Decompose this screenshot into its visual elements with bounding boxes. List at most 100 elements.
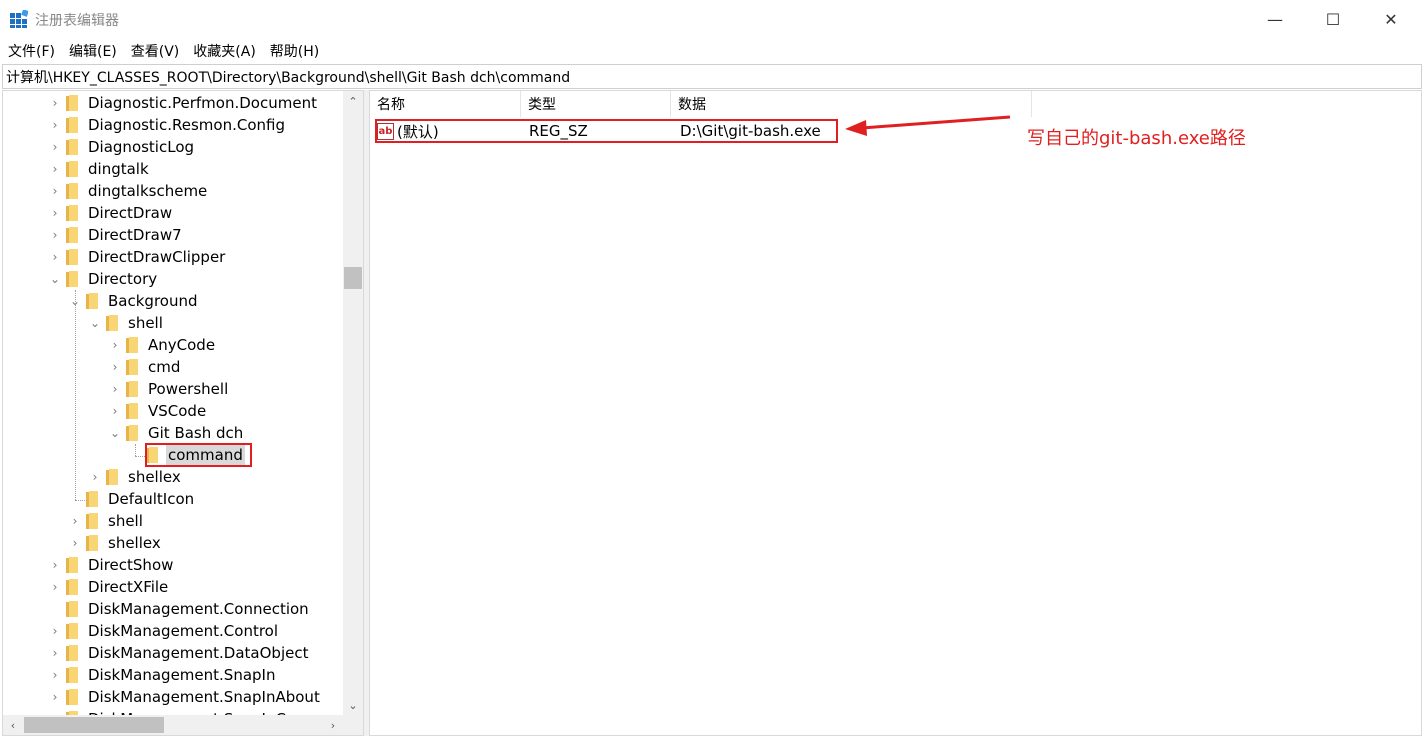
collapsed-chevron-icon[interactable]: › (48, 180, 62, 202)
menu-file[interactable]: 文件(F) (8, 41, 55, 61)
folder-icon (66, 161, 78, 177)
menu-help[interactable]: 帮助(H) (270, 41, 319, 61)
key-tree[interactable]: ›DiskManagement.SnapInC›DiskManagement.S… (2, 90, 364, 736)
tree-item[interactable]: › shellex (88, 466, 183, 488)
tree-item[interactable]: › DirectXFile (48, 576, 170, 598)
scroll-down-icon[interactable]: ⌄ (343, 695, 363, 715)
collapsed-chevron-icon[interactable]: › (88, 466, 102, 488)
folder-icon (66, 249, 78, 265)
folder-icon (66, 667, 78, 683)
tree-item[interactable]: DefaultIcon (68, 488, 196, 510)
tree-item[interactable]: ⌄ Git Bash dch (108, 422, 245, 444)
vertical-scroll-thumb[interactable] (344, 267, 362, 289)
expanded-chevron-icon[interactable]: ⌄ (48, 268, 62, 290)
folder-icon (126, 359, 138, 375)
folder-icon (66, 183, 78, 199)
close-button[interactable]: ✕ (1362, 0, 1420, 38)
column-header-name[interactable]: 名称 (370, 91, 521, 117)
collapsed-chevron-icon[interactable]: › (48, 136, 62, 158)
collapsed-chevron-icon[interactable]: › (48, 246, 62, 268)
tree-item-label: DirectXFile (88, 578, 169, 596)
tree-horizontal-scrollbar[interactable]: ‹ › (3, 715, 343, 735)
tree-item[interactable]: › DiskManagement.SnapInAbout (48, 686, 322, 708)
column-header-data[interactable]: 数据 (671, 91, 1032, 117)
collapsed-chevron-icon[interactable]: › (68, 532, 82, 554)
collapsed-chevron-icon[interactable]: › (108, 356, 122, 378)
scroll-right-icon[interactable]: › (323, 715, 343, 735)
collapsed-chevron-icon[interactable]: › (48, 158, 62, 180)
tree-item-label: AnyCode (148, 336, 216, 354)
no-children-spacer (48, 598, 62, 620)
tree-item[interactable]: › VSCode (108, 400, 208, 422)
collapsed-chevron-icon[interactable]: › (108, 400, 122, 422)
tree-item[interactable]: › DiskManagement.SnapIn (48, 664, 277, 686)
tree-item-label: DirectDraw7 (88, 226, 182, 244)
tree-connector-line (75, 290, 76, 500)
tree-item-label: cmd (148, 358, 181, 376)
column-header-type[interactable]: 类型 (521, 91, 671, 117)
tree-item-label: Git Bash dch (148, 424, 244, 442)
collapsed-chevron-icon[interactable]: › (48, 664, 62, 686)
tree-item[interactable]: › DirectShow (48, 554, 175, 576)
tree-vertical-scrollbar[interactable]: ⌃ ⌄ (343, 91, 363, 715)
tree-item-label: DiskManagement.Control (88, 622, 279, 640)
collapsed-chevron-icon[interactable]: › (48, 92, 62, 114)
tree-item-label: shell (128, 314, 163, 332)
collapsed-chevron-icon[interactable]: › (48, 202, 62, 224)
tree-connector-line (135, 456, 145, 457)
tree-item[interactable]: › dingtalkscheme (48, 180, 209, 202)
tree-item[interactable]: › DirectDraw7 (48, 224, 184, 246)
horizontal-scroll-thumb[interactable] (24, 717, 164, 733)
folder-icon (66, 139, 78, 155)
tree-item[interactable]: › shellex (68, 532, 163, 554)
value-row[interactable]: ab (默认) REG_SZ D:\Git\git-bash.exe (375, 119, 838, 143)
collapsed-chevron-icon[interactable]: › (48, 686, 62, 708)
address-bar[interactable]: 计算机\HKEY_CLASSES_ROOT\Directory\Backgrou… (2, 64, 1422, 89)
collapsed-chevron-icon[interactable]: › (48, 620, 62, 642)
collapsed-chevron-icon[interactable]: › (108, 378, 122, 400)
tree-item[interactable]: ⌄ Background (68, 290, 200, 312)
expanded-chevron-icon[interactable]: ⌄ (88, 312, 102, 334)
collapsed-chevron-icon[interactable]: › (108, 334, 122, 356)
maximize-button[interactable]: ☐ (1304, 0, 1362, 38)
scroll-left-icon[interactable]: ‹ (3, 715, 23, 735)
tree-item[interactable]: › DiskManagement.DataObject (48, 642, 310, 664)
tree-item[interactable]: › Diagnostic.Resmon.Config (48, 114, 287, 136)
window-title: 注册表编辑器 (35, 13, 119, 29)
tree-item[interactable]: › Powershell (108, 378, 230, 400)
collapsed-chevron-icon[interactable]: › (48, 554, 62, 576)
tree-item-label: DiskManagement.SnapInAbout (88, 688, 320, 706)
collapsed-chevron-icon[interactable]: › (68, 510, 82, 532)
registry-editor-icon (10, 10, 28, 28)
menu-view[interactable]: 查看(V) (131, 41, 180, 61)
tree-item-label: shellex (108, 534, 161, 552)
value-type: REG_SZ (529, 122, 588, 140)
tree-item[interactable]: › dingtalk (48, 158, 151, 180)
folder-icon (126, 381, 138, 397)
tree-item-label: DiskManagement.Connection (88, 600, 309, 618)
menu-favorites[interactable]: 收藏夹(A) (193, 41, 256, 61)
tree-item[interactable]: › shell (68, 510, 145, 532)
scroll-up-icon[interactable]: ⌃ (343, 91, 363, 111)
tree-item[interactable]: › DirectDrawClipper (48, 246, 227, 268)
tree-item[interactable]: › DiskManagement.Control (48, 620, 280, 642)
collapsed-chevron-icon[interactable]: › (48, 114, 62, 136)
collapsed-chevron-icon[interactable]: › (48, 642, 62, 664)
minimize-button[interactable]: — (1246, 0, 1304, 38)
menu-edit[interactable]: 编辑(E) (69, 41, 117, 61)
folder-icon (126, 403, 138, 419)
tree-item[interactable]: › Diagnostic.Perfmon.Document (48, 92, 319, 114)
tree-item[interactable]: › DiagnosticLog (48, 136, 196, 158)
tree-item[interactable]: › DirectDraw (48, 202, 174, 224)
tree-item[interactable]: DiskManagement.Connection (48, 598, 311, 620)
tree-item[interactable]: ⌄ shell (88, 312, 165, 334)
tree-connector-line (135, 444, 136, 456)
tree-item[interactable]: › cmd (108, 356, 182, 378)
selected-key-highlight-box (145, 443, 252, 467)
tree-item[interactable]: › AnyCode (108, 334, 217, 356)
collapsed-chevron-icon[interactable]: › (48, 576, 62, 598)
expanded-chevron-icon[interactable]: ⌄ (108, 422, 122, 444)
tree-item[interactable]: ⌄ Directory (48, 268, 159, 290)
collapsed-chevron-icon[interactable]: › (48, 224, 62, 246)
tree-item-label: DirectShow (88, 556, 174, 574)
